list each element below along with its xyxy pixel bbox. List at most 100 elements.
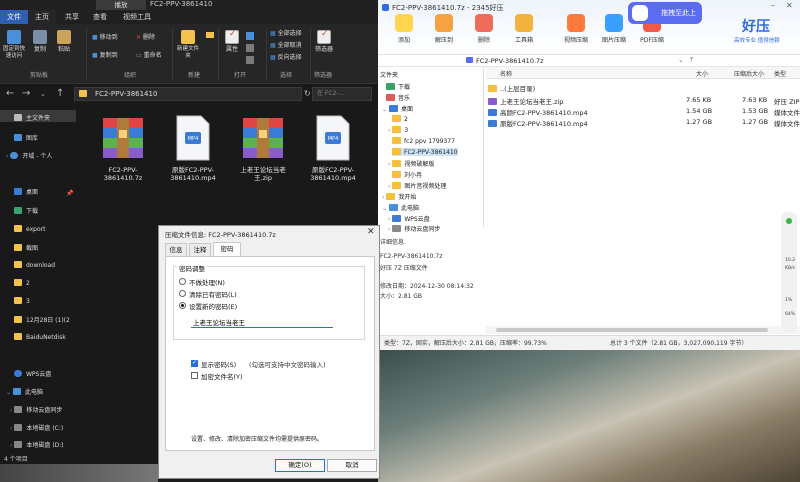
column-name[interactable]: 名称 [500, 69, 512, 78]
history-icon[interactable] [246, 56, 254, 64]
chevron-down-icon[interactable]: ⌄ [40, 90, 46, 98]
address-bar[interactable]: FC2-PPV-3861410 [74, 87, 302, 101]
rename-button[interactable]: ▭ 重命名 [136, 52, 162, 59]
extract-button[interactable]: 解压到 [426, 14, 462, 44]
column-size[interactable]: 大小 [696, 69, 708, 78]
open-icon[interactable] [246, 32, 254, 40]
up-folder-icon[interactable]: ⤒ [690, 56, 693, 65]
tab-home[interactable]: 主页 [28, 10, 56, 24]
nav-item-this-pc[interactable]: ⌄ 此电脑 [6, 387, 43, 396]
tree-item[interactable]: › 我开始 [382, 192, 416, 201]
nav-item-mobile-cloud[interactable]: › 移动云盘同步 [10, 405, 62, 414]
tab-share[interactable]: 共享 [58, 10, 86, 24]
invert-selection-button[interactable]: ▦ 反向选择 [270, 54, 302, 61]
edit-icon[interactable] [246, 44, 254, 52]
table-row[interactable]: 原版FC2-PPV-3861410.mp4 [488, 118, 588, 128]
table-row[interactable]: 上老王论坛当老王.zip [488, 96, 563, 106]
toolbox-button[interactable]: 工具箱 [506, 14, 542, 44]
forward-icon[interactable]: → [22, 88, 30, 99]
nav-item-baidunetdisk[interactable]: BaiduNetdisk [14, 333, 66, 341]
paste-button[interactable]: 粘贴 [54, 30, 74, 53]
select-all-button[interactable]: ▦ 全部选择 [270, 30, 302, 37]
back-icon[interactable]: ← [6, 88, 14, 99]
password-input[interactable] [191, 317, 333, 328]
table-row[interactable]: ..(上层目录) [488, 83, 535, 93]
nav-item-drive-d[interactable]: › 本地磁盘 (D:) [10, 440, 64, 449]
tab-comment[interactable]: 注释 [189, 243, 211, 256]
delete-button[interactable]: ✕ 删除 [136, 34, 155, 41]
nav-item-dec28[interactable]: 12月28日 (1)(2 [14, 315, 70, 324]
tree-item[interactable]: 刘小冉 [392, 170, 422, 179]
nav-item-home[interactable]: 主文件夹 [14, 113, 50, 122]
tab-file[interactable]: 文件 [0, 10, 28, 24]
show-password-checkbox[interactable] [191, 359, 198, 367]
nav-item-desktop[interactable]: 桌面 [14, 187, 38, 196]
cloud-icon [10, 152, 19, 159]
column-type[interactable]: 类型 [774, 69, 786, 78]
tree-item[interactable]: ⌄ 桌面 [382, 104, 413, 113]
tab-password[interactable]: 密码 [213, 242, 241, 256]
move-to-button[interactable]: ■ 移动到 [92, 34, 118, 41]
tree-item[interactable]: ⌄ 此电脑 [382, 203, 419, 212]
delete-button[interactable]: 删除 [466, 14, 502, 44]
close-icon[interactable]: ✕ [367, 227, 375, 237]
minimize-icon[interactable]: – [771, 1, 775, 10]
nav-item-download[interactable]: download [14, 261, 55, 269]
refresh-icon[interactable]: ↻ [304, 89, 311, 98]
new-item-icon[interactable] [206, 32, 214, 38]
nav-item-3[interactable]: 3 [14, 297, 30, 305]
nav-item-screenshots[interactable]: 截图 [14, 243, 38, 252]
ok-button[interactable]: 确定(O) [275, 459, 325, 472]
copy-button[interactable]: 复制 [30, 30, 50, 53]
copy-to-button[interactable]: ■ 复制到 [92, 52, 118, 59]
tree-item[interactable]: 2 [392, 115, 408, 123]
chevron-down-icon[interactable]: ⌄ [678, 56, 684, 64]
encrypt-names-checkbox[interactable] [191, 372, 198, 379]
nav-item-2[interactable]: 2 [14, 279, 30, 287]
properties-button[interactable]: ✓ 属性 [222, 30, 242, 53]
play-tab[interactable]: 播放 [96, 0, 146, 10]
video-compress-button[interactable]: 视频压缩 [558, 14, 594, 44]
column-packed[interactable]: 压缩后大小 [734, 69, 764, 78]
add-button[interactable]: 添加 [386, 14, 422, 44]
tree-item[interactable]: › 视频破解版 [388, 159, 434, 168]
horizontal-scrollbar[interactable] [486, 326, 800, 334]
folder-icon [392, 115, 401, 122]
pin-button[interactable]: 固定到快速访问 [2, 30, 26, 60]
tab-view[interactable]: 查看 [86, 10, 114, 24]
tree-item[interactable]: › WPS云盘 [388, 214, 430, 223]
nav-item-drive-c[interactable]: › 本地磁盘 (C:) [10, 423, 63, 432]
tab-video-tools[interactable]: 视频工具 [118, 10, 156, 24]
file-item[interactable]: FC2-PPV-3861410.7z [94, 114, 152, 182]
tree-item[interactable]: fc2 ppv 1799377 [392, 137, 455, 145]
archive-path[interactable]: FC2-PPV-3861410.7z [476, 57, 544, 65]
nav-item-gallery[interactable]: 图库 [14, 133, 38, 142]
filter-button[interactable]: ✓ 筛选器 [314, 30, 334, 54]
radio-set-password[interactable] [179, 302, 186, 309]
tree-item[interactable]: 音乐 [386, 93, 410, 102]
tree-item-selected[interactable]: FC2-PPV-3861410 [392, 148, 458, 156]
scrollbar-thumb[interactable] [496, 328, 768, 332]
select-none-button[interactable]: ▦ 全部取消 [270, 42, 302, 49]
image-compress-button[interactable]: 图片压缩 [596, 14, 632, 44]
tree-item[interactable]: › 移动云盘同步 [388, 224, 440, 233]
radio-no-change[interactable] [179, 278, 186, 285]
nav-item-wps-cloud[interactable]: WPS云盘 [14, 369, 51, 378]
new-folder-button[interactable]: 新建文件夹 [176, 30, 200, 60]
nav-item-onedrive[interactable]: › 开域 - 个人 [6, 151, 52, 160]
up-icon[interactable]: ↑ [56, 88, 64, 99]
file-item[interactable]: MP4 原版FC2-PPV-3861410.mp4 [164, 114, 222, 182]
cancel-button[interactable]: 取消 [327, 459, 377, 472]
nav-item-export[interactable]: export [14, 225, 45, 233]
tree-item[interactable]: › 3 [388, 126, 408, 134]
tree-item[interactable]: 下载 [386, 82, 410, 91]
nav-item-downloads[interactable]: 下载 [14, 206, 38, 215]
radio-clear-password[interactable] [179, 290, 186, 297]
file-item[interactable]: MP4 原版FC2-PPV-3861410.mp4 [304, 114, 362, 182]
table-row[interactable]: 高颜FC2-PPV-3861410.mp4 [488, 107, 588, 117]
file-item[interactable]: 上老王论坛当老王.zip [234, 114, 292, 182]
tree-item[interactable]: › 图片音视频处理 [388, 181, 446, 190]
search-input[interactable]: 在 FC2-... [312, 87, 372, 101]
tab-info[interactable]: 信息 [165, 243, 187, 256]
close-icon[interactable]: ✕ [786, 1, 793, 10]
